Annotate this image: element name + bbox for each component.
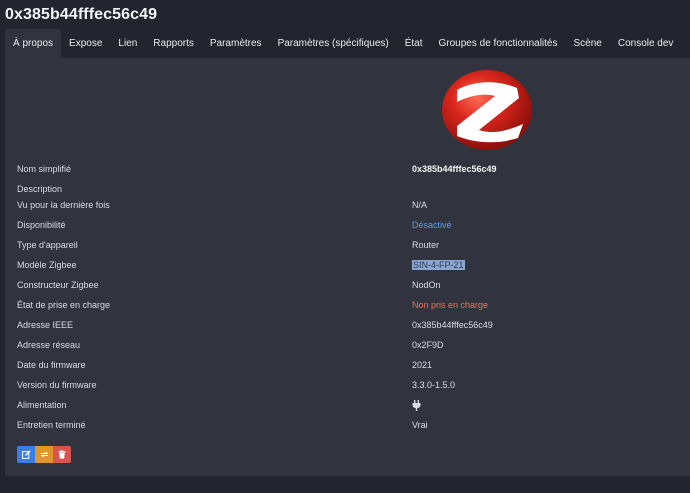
- zigbee-model-value: SIN-4-FP-21: [412, 260, 465, 270]
- tab-link[interactable]: Lien: [110, 29, 145, 58]
- info-row-support-status: État de prise en charge Non pris en char…: [17, 300, 687, 316]
- info-label: Disponibilité: [17, 220, 66, 230]
- info-label: Version du firmware: [17, 380, 97, 390]
- info-label: Constructeur Zigbee: [17, 280, 99, 290]
- info-label: Vu pour la dernière fois: [17, 200, 110, 210]
- info-row-zigbee-model: Modèle Zigbee SIN-4-FP-21: [17, 260, 687, 276]
- network-address-value: 0x2F9D: [412, 340, 444, 350]
- info-row-last-seen: Vu pour la dernière fois N/A: [17, 200, 687, 216]
- info-label: Nom simplifié: [17, 164, 72, 174]
- info-label: Entretien terminé: [17, 420, 86, 430]
- page-title: 0x385b44fffec56c49: [5, 6, 158, 23]
- refresh-button[interactable]: [35, 446, 53, 463]
- refresh-icon: [40, 451, 48, 458]
- tab-bar: À propos Expose Lien Rapports Paramètres…: [5, 29, 690, 58]
- info-row-power: Alimentation: [17, 400, 687, 416]
- info-row-description: Description: [17, 184, 687, 200]
- info-label: Adresse réseau: [17, 340, 81, 350]
- tab-reports[interactable]: Rapports: [145, 29, 202, 58]
- page-footer-area: [0, 476, 690, 493]
- info-label: Alimentation: [17, 400, 67, 410]
- friendly-name-value: 0x385b44fffec56c49: [412, 164, 497, 174]
- ieee-address-value: 0x385b44fffec56c49: [412, 320, 493, 330]
- edit-icon: [21, 450, 31, 459]
- info-label: État de prise en charge: [17, 300, 111, 310]
- info-row-ieee-address: Adresse IEEE 0x385b44fffec56c49: [17, 320, 687, 336]
- tab-feature-groups[interactable]: Groupes de fonctionnalités: [431, 29, 566, 58]
- info-row-friendly-name: Nom simplifié 0x385b44fffec56c49: [17, 164, 687, 180]
- action-buttons: [17, 446, 71, 463]
- info-label: Modèle Zigbee: [17, 260, 77, 270]
- device-page: 0x385b44fffec56c49 À propos Expose Lien …: [0, 0, 690, 493]
- info-row-network-address: Adresse réseau 0x2F9D: [17, 340, 687, 356]
- manufacturer-value: NodOn: [412, 280, 441, 290]
- tab-about[interactable]: À propos: [5, 29, 62, 58]
- tab-specific-settings[interactable]: Paramètres (spécifiques): [270, 29, 397, 58]
- tab-dev-console[interactable]: Console dev: [610, 29, 682, 58]
- info-row-device-type: Type d'appareil Router: [17, 240, 687, 256]
- interview-completed-value: Vrai: [412, 420, 428, 430]
- tab-expose[interactable]: Expose: [61, 29, 110, 58]
- support-status-value: Non pris en charge: [412, 300, 489, 310]
- info-label: Type d'appareil: [17, 240, 78, 250]
- about-panel: Nom simplifié 0x385b44fffec56c49 Descrip…: [5, 58, 690, 476]
- availability-link[interactable]: Désactivé: [412, 220, 452, 230]
- firmware-version-value: 3.3.0-1.5.0: [412, 380, 456, 390]
- firmware-date-value: 2021: [412, 360, 433, 370]
- info-label: Date du firmware: [17, 360, 86, 370]
- info-row-firmware-date: Date du firmware 2021: [17, 360, 687, 376]
- tab-scene[interactable]: Scène: [565, 29, 609, 58]
- info-row-availability: Disponibilité Désactivé: [17, 220, 687, 236]
- info-row-interview-completed: Entretien terminé Vrai: [17, 420, 687, 436]
- remove-button[interactable]: [53, 446, 71, 463]
- info-row-firmware-version: Version du firmware 3.3.0-1.5.0: [17, 380, 687, 396]
- info-label: Adresse IEEE: [17, 320, 74, 330]
- tab-state[interactable]: État: [397, 29, 431, 58]
- info-label: Description: [17, 184, 63, 194]
- info-row-manufacturer: Constructeur Zigbee NodOn: [17, 280, 687, 296]
- device-type-value: Router: [412, 240, 440, 250]
- zigbee-logo-icon: [442, 70, 532, 150]
- trash-icon: [58, 450, 66, 459]
- edit-button[interactable]: [17, 446, 35, 463]
- plug-icon: [412, 400, 421, 413]
- last-seen-value: N/A: [412, 200, 428, 210]
- tab-settings[interactable]: Paramètres: [202, 29, 270, 58]
